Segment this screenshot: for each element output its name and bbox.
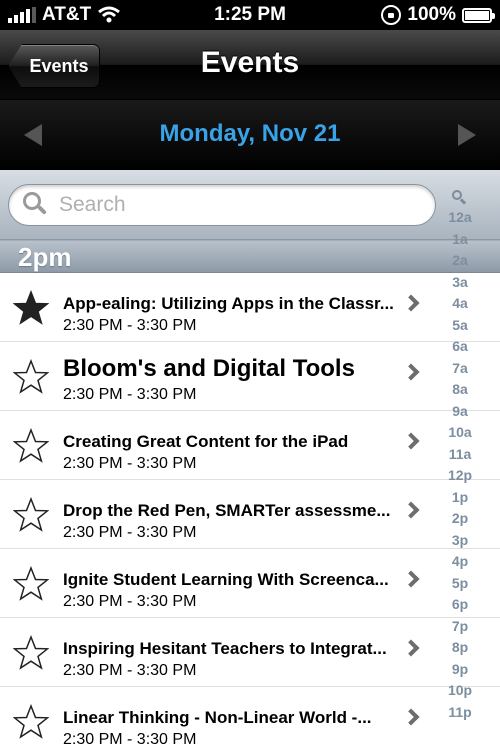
star-filled-icon[interactable] [13,290,49,326]
event-row[interactable]: Ignite Student Learning With Screenca...… [0,549,500,618]
index-item[interactable]: 7a [452,358,468,380]
star-outline-icon[interactable] [13,359,49,395]
event-title: Creating Great Content for the iPad [63,432,349,451]
star-outline-icon[interactable] [13,497,49,533]
index-item[interactable]: 8a [452,379,468,401]
event-row[interactable]: Creating Great Content for the iPad 2:30… [0,411,500,480]
search-icon [23,192,49,218]
event-row[interactable]: Inspiring Hesitant Teachers to Integrat.… [0,618,500,687]
index-item[interactable]: 4p [452,551,468,573]
search-field[interactable] [8,184,436,226]
index-item[interactable]: 12p [448,465,472,487]
star-outline-icon[interactable] [13,635,49,671]
index-item[interactable]: 9p [452,659,468,681]
event-row[interactable]: Bloom's and Digital Tools 2:30 PM - 3:30… [0,342,500,411]
index-item[interactable]: 7p [452,616,468,638]
index-item[interactable]: 3a [452,272,468,294]
event-title: Linear Thinking - Non-Linear World -... [63,708,372,727]
index-item[interactable]: 8p [452,637,468,659]
battery-icon [462,7,495,23]
page-title: Events [200,46,300,79]
date-bar: Monday, Nov 21 [0,100,500,170]
event-title: Inspiring Hesitant Teachers to Integrat.… [63,639,387,658]
battery-percent: 100% [407,4,456,25]
index-item[interactable]: 5a [452,315,468,337]
event-title: Ignite Student Learning With Screenca... [63,570,389,589]
star-outline-icon[interactable] [13,428,49,464]
next-day-arrow-icon[interactable] [458,124,476,146]
index-item[interactable]: 2p [452,508,468,530]
event-time: 2:30 PM - 3:30 PM [63,317,197,334]
section-title: 2pm [18,242,72,272]
event-time: 2:30 PM - 3:30 PM [63,455,197,472]
index-item[interactable]: 11a [449,444,472,466]
search-input[interactable] [59,193,389,217]
status-bar: AT&T 1:25 PM 100% [0,0,500,30]
event-time: 2:30 PM - 3:30 PM [63,524,197,541]
index-item[interactable]: 11p [448,702,471,724]
star-outline-icon[interactable] [13,704,49,740]
status-right: 100% [381,4,495,26]
section-header: 2pm [0,240,500,273]
index-item[interactable]: 6p [452,594,468,616]
index-item[interactable]: 6a [452,336,468,358]
event-row[interactable]: Linear Thinking - Non-Linear World -... … [0,687,500,750]
event-row[interactable]: Drop the Red Pen, SMARTer assessme... 2:… [0,480,500,549]
event-title: Drop the Red Pen, SMARTer assessme... [63,501,391,520]
event-list: App-ealing: Utilizing Apps in the Classr… [0,273,500,750]
index-item[interactable]: 12a [448,207,471,229]
index-item[interactable]: 10a [448,422,471,444]
index-item[interactable]: 1a [452,229,468,251]
event-time: 2:30 PM - 3:30 PM [63,731,197,748]
current-date: Monday, Nov 21 [159,120,341,147]
event-title: App-ealing: Utilizing Apps in the Classr… [63,294,394,313]
rotation-lock-icon [381,5,402,25]
index-item[interactable]: 9a [452,401,468,423]
section-index[interactable]: 12a 1a 2a 3a 4a 5a 6a 7a 8a 9a 10a 11a 1… [440,190,480,723]
index-search-icon[interactable] [452,190,468,206]
index-item[interactable]: 2a [452,250,468,272]
index-item[interactable]: 5p [452,573,468,595]
search-bar [0,170,500,240]
event-title: Bloom's and Digital Tools [63,355,355,382]
index-item[interactable]: 1p [452,487,468,509]
event-row[interactable]: App-ealing: Utilizing Apps in the Classr… [0,273,500,342]
event-time: 2:30 PM - 3:30 PM [63,386,197,403]
event-time: 2:30 PM - 3:30 PM [63,662,197,679]
index-item[interactable]: 3p [452,530,468,552]
star-outline-icon[interactable] [13,566,49,602]
index-item[interactable]: 4a [452,293,468,315]
event-time: 2:30 PM - 3:30 PM [63,593,197,610]
navigation-bar: Events Events [0,30,500,100]
index-item[interactable]: 10p [448,680,472,702]
